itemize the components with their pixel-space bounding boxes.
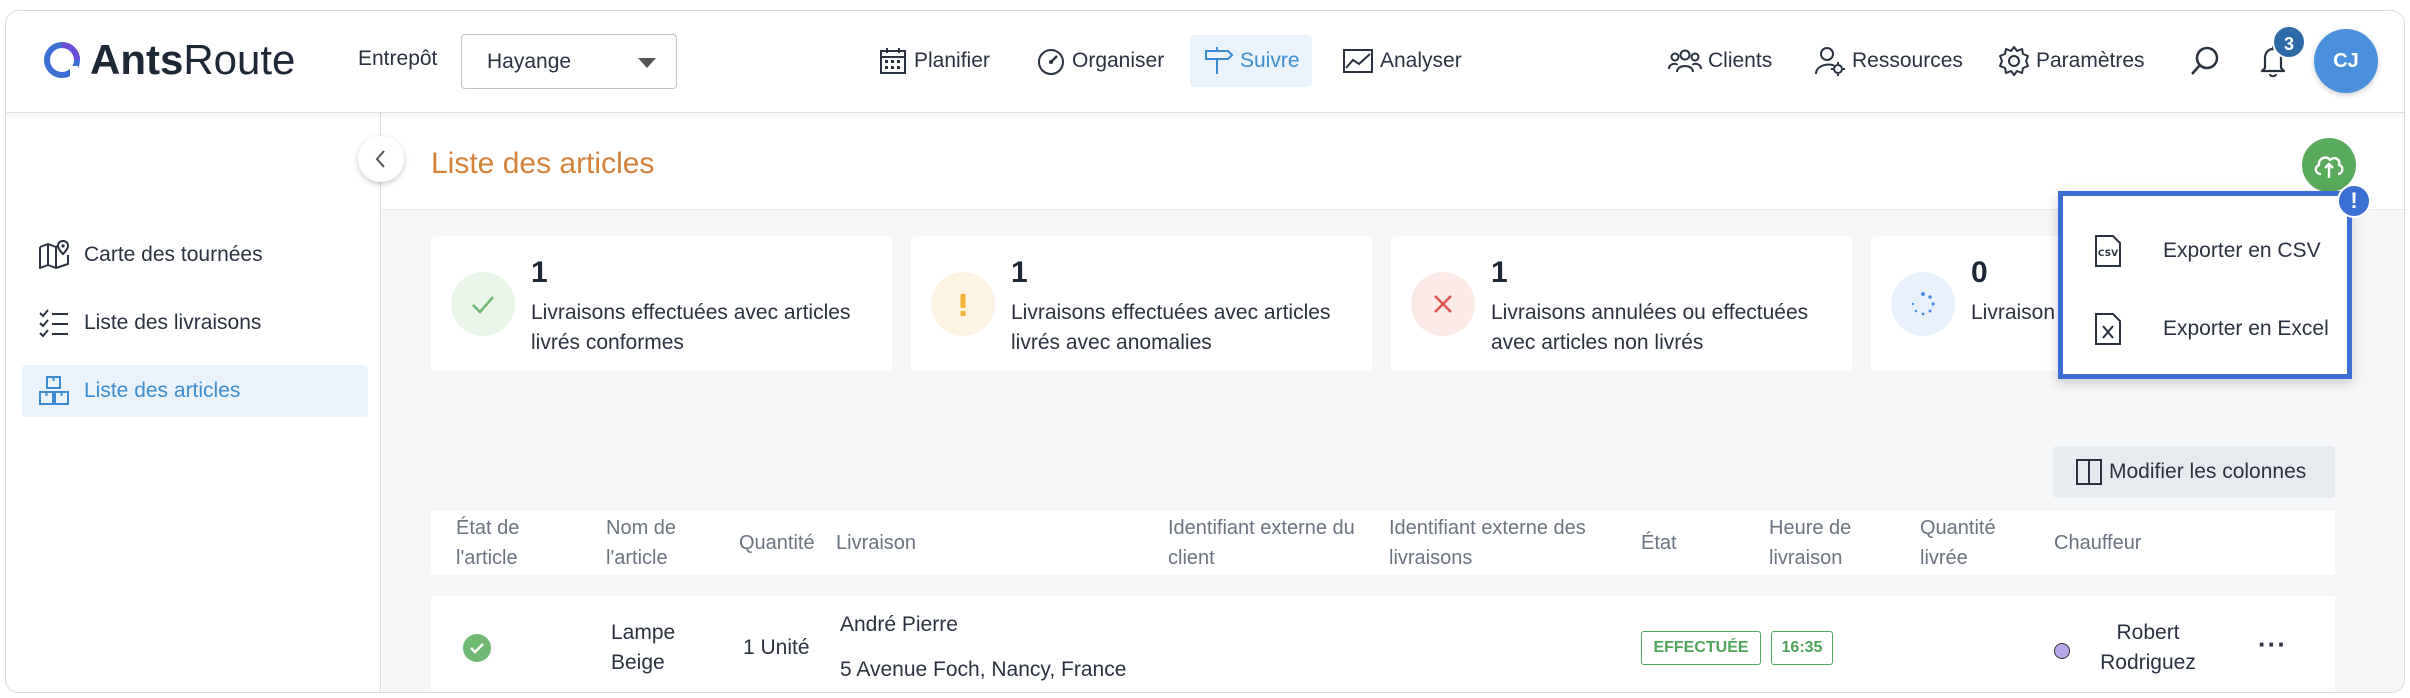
nav-analyser[interactable]: Analyser: [1330, 35, 1474, 87]
card-description: Livraisons effectuées avec articles livr…: [1011, 301, 1331, 354]
sidebar-item-liste-des-articles[interactable]: Liste des articles: [22, 365, 368, 417]
card-count: 1: [1491, 256, 1508, 289]
map-icon: [39, 239, 70, 269]
gear-icon: [1999, 46, 2029, 76]
sidebar-item-label: Carte des tournées: [84, 243, 263, 266]
column-header-quantite-livree[interactable]: Quantité livrée: [1920, 513, 2020, 573]
nav-organiser[interactable]: Organiser: [1024, 35, 1176, 87]
calendar-icon: [880, 48, 906, 74]
sidebar-item-liste-des-livraisons[interactable]: Liste des livraisons: [22, 297, 368, 349]
exclamation-icon: [931, 272, 995, 336]
driver-color-dot: [2054, 643, 2070, 659]
svg-text:CSV: CSV: [2098, 249, 2118, 259]
article-quantity: 1 Unité: [743, 636, 810, 659]
delivery-name[interactable]: André Pierre: [840, 610, 958, 640]
nav-planifier[interactable]: Planifier: [866, 35, 1002, 87]
columns-icon: [2076, 459, 2102, 485]
nav-ressources[interactable]: Ressources: [1802, 35, 1975, 87]
spinner-icon: [1891, 272, 1955, 336]
summary-card-conformes[interactable]: 1 Livraisons effectuées avec articles li…: [431, 236, 892, 371]
warehouse-select[interactable]: Hayange: [461, 34, 677, 89]
export-csv-option[interactable]: CSV Exporter en CSV: [2063, 216, 2347, 286]
chevron-down-icon: [638, 58, 656, 68]
summary-card-pending[interactable]: 0 Livraison: [1871, 236, 2071, 371]
warehouse-value: Hayange: [487, 50, 572, 73]
summary-card-anomalies[interactable]: 1 Livraisons effectuées avec articles li…: [911, 236, 1372, 371]
signpost-icon: [1205, 47, 1234, 74]
user-gear-icon: [1815, 47, 1845, 76]
notification-count-badge: 3: [2272, 25, 2306, 59]
search-button[interactable]: [2176, 35, 2240, 87]
avatar[interactable]: CJ: [2314, 29, 2378, 93]
nav-parametres[interactable]: Paramètres: [1986, 35, 2157, 87]
summary-card-non-livres[interactable]: 1 Livraisons annulées ou effectuées avec…: [1391, 236, 1852, 371]
checklist-icon: [39, 309, 68, 338]
column-header-id-client[interactable]: Identifiant externe du client: [1168, 513, 1368, 573]
check-circle-icon: [463, 634, 491, 662]
card-count: 0: [1971, 256, 1988, 289]
sidebar: Carte des tournées Liste des livraisons …: [6, 113, 381, 692]
card-description: Livraison: [1971, 301, 2056, 324]
search-icon: [2191, 46, 2219, 75]
card-description: Livraisons effectuées avec articles livr…: [531, 301, 851, 354]
modify-columns-button[interactable]: Modifier les colonnes: [2053, 446, 2335, 498]
users-icon: [1668, 49, 1702, 73]
time-badge: 16:35: [1771, 631, 1833, 665]
check-icon: [451, 272, 515, 336]
sidebar-item-label: Liste des articles: [84, 379, 241, 402]
sidebar-item-label: Liste des livraisons: [84, 311, 262, 334]
card-description: Livraisons annulées ou effectuées avec a…: [1491, 301, 1809, 354]
csv-file-icon: CSV: [2095, 235, 2121, 267]
ants-logo-icon: [42, 40, 82, 80]
collapse-sidebar-button[interactable]: [358, 136, 404, 182]
column-header-nom-article[interactable]: Nom de l'article: [606, 513, 696, 573]
nav-suivre[interactable]: Suivre: [1190, 35, 1312, 87]
chevron-left-icon: [375, 150, 385, 168]
export-excel-option[interactable]: Exporter en Excel: [2063, 294, 2347, 364]
top-bar: AntsRoute Entrepôt Hayange Planifier Org…: [6, 11, 2404, 113]
column-header-livraison[interactable]: Livraison: [836, 528, 916, 558]
column-header-etat[interactable]: État: [1641, 528, 1677, 558]
close-icon: [1411, 272, 1475, 336]
page-title: Liste des articles: [431, 147, 655, 180]
column-header-id-livraisons[interactable]: Identifiant externe des livraisons: [1389, 513, 1629, 573]
cloud-download-icon: [2314, 156, 2344, 178]
article-name: Lampe Beige: [611, 621, 676, 674]
excel-file-icon: [2095, 313, 2121, 345]
card-count: 1: [1011, 256, 1028, 289]
nav-clients[interactable]: Clients: [1656, 35, 1784, 87]
alert-badge: !: [2337, 184, 2371, 218]
table-row[interactable]: Lampe Beige 1 Unité André Pierre 5 Avenu…: [431, 596, 2335, 692]
gauge-icon: [1038, 49, 1064, 75]
more-options-icon[interactable]: ···: [2258, 629, 2287, 660]
export-menu: CSV Exporter en CSV Exporter en Excel: [2058, 191, 2352, 379]
sidebar-item-carte-des-tournees[interactable]: Carte des tournées: [22, 229, 368, 281]
column-header-etat-article[interactable]: État de l'article: [456, 513, 546, 573]
table-header: État de l'article Nom de l'article Quant…: [431, 511, 2335, 575]
column-header-heure[interactable]: Heure de livraison: [1769, 513, 1879, 573]
driver-name: Robert Rodriguez: [2100, 621, 2196, 674]
card-count: 1: [531, 256, 548, 289]
chart-icon: [1343, 49, 1373, 73]
logo[interactable]: AntsRoute: [42, 35, 295, 85]
warehouse-label: Entrepôt: [358, 47, 438, 70]
boxes-icon: [39, 376, 69, 405]
column-header-quantite[interactable]: Quantité: [739, 528, 815, 558]
delivery-address: 5 Avenue Foch, Nancy, France: [840, 658, 1127, 681]
column-header-chauffeur[interactable]: Chauffeur: [2054, 528, 2141, 558]
status-badge: EFFECTUÉE: [1641, 631, 1761, 665]
app-window: AntsRoute Entrepôt Hayange Planifier Org…: [5, 10, 2405, 693]
